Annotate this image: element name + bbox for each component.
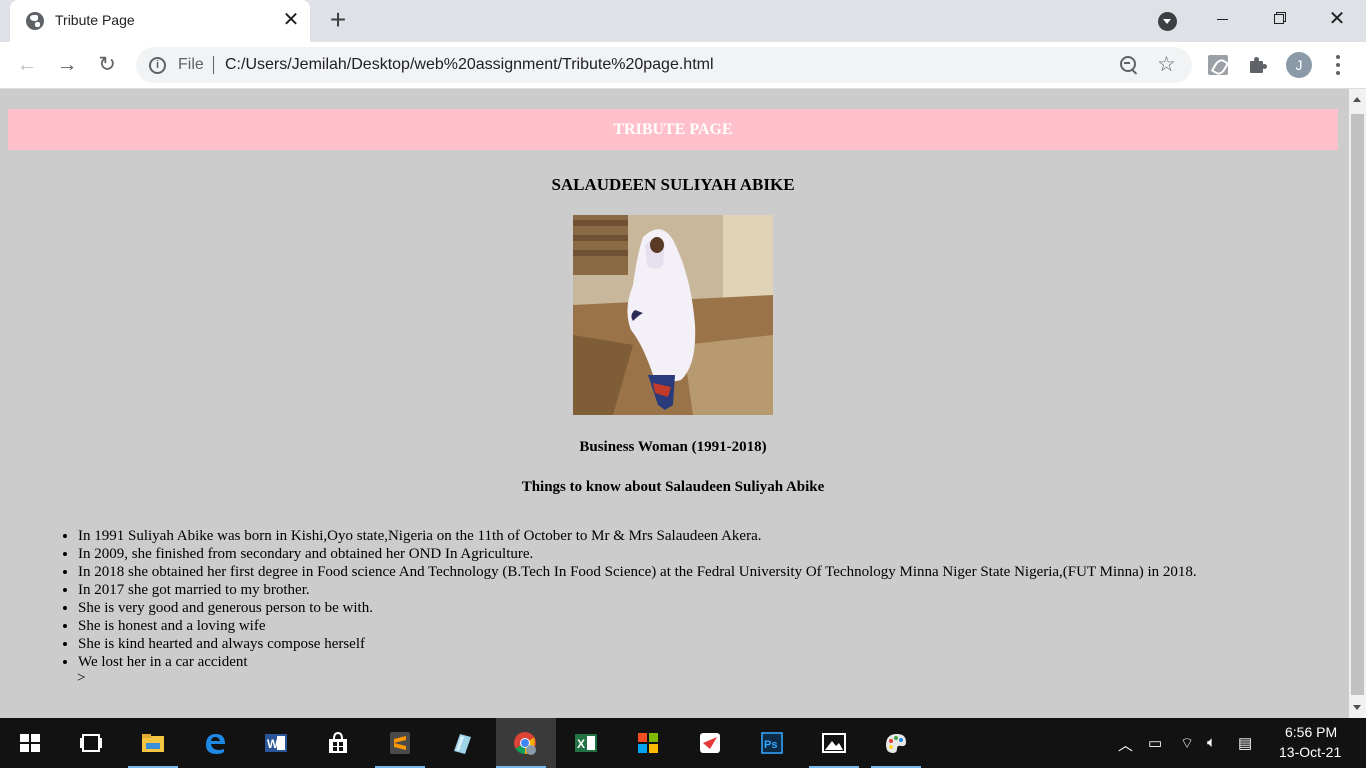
photos-icon[interactable] — [809, 718, 859, 768]
pdf-extension-icon[interactable] — [1208, 55, 1228, 75]
office-icon[interactable] — [623, 718, 673, 768]
clock-date[interactable]: 13-Oct-21 — [1279, 744, 1341, 760]
tribute-name: SALAUDEEN SULIYAH ABIKE — [551, 175, 795, 194]
paint-icon[interactable] — [871, 718, 921, 768]
facts-list: In 1991 Suliyah Abike was born in Kishi,… — [78, 527, 1338, 671]
tab-title: Tribute Page — [55, 12, 135, 28]
volume-icon[interactable]: 🔈︎ — [1207, 734, 1216, 751]
notepad-icon[interactable] — [437, 718, 487, 768]
task-view-icon[interactable] — [66, 718, 116, 768]
back-icon[interactable]: ← — [12, 50, 42, 80]
list-item: She is kind hearted and always compose h… — [78, 635, 1338, 653]
list-item: She is honest and a loving wife — [78, 617, 1338, 635]
photoshop-icon[interactable]: Ps — [747, 718, 797, 768]
list-item: She is very good and generous person to … — [78, 599, 1338, 617]
minimize-button[interactable] — [1193, 0, 1251, 38]
battery-icon[interactable]: ▭ — [1148, 734, 1162, 752]
page-viewport: TRIBUTE PAGE SALAUDEEN SULIYAH ABIKE Bus… — [0, 89, 1349, 718]
edge-icon[interactable] — [190, 718, 240, 768]
store-icon[interactable] — [313, 718, 363, 768]
new-tab-button[interactable]: + — [324, 6, 352, 34]
list-item: In 2009, she finished from secondary and… — [78, 545, 1338, 563]
globe-icon — [26, 12, 44, 30]
windows-taskbar: W X Ps ︿ ▭ ⌔ 🔈︎ ▤ 6:56 PM 13-Oct-21 — [0, 718, 1366, 768]
wifi-icon[interactable]: ⌔ — [1180, 734, 1194, 753]
clock-time[interactable]: 6:56 PM — [1285, 724, 1337, 740]
tab-search-icon[interactable] — [1158, 12, 1177, 31]
chevron-up-icon[interactable]: ︿ — [1118, 734, 1133, 755]
list-item: In 2018 she obtained her first degree in… — [78, 563, 1338, 581]
page-banner: TRIBUTE PAGE — [8, 109, 1338, 150]
sublime-text-icon[interactable] — [375, 718, 425, 768]
svg-text:W: W — [267, 737, 279, 751]
url-text[interactable]: C:/Users/Jemilah/Desktop/web%20assignmen… — [225, 56, 714, 74]
menu-icon[interactable] — [1330, 54, 1346, 76]
close-window-button[interactable]: ✕ — [1308, 0, 1366, 38]
browser-tab[interactable]: Tribute Page ✕ — [10, 0, 310, 42]
notification-icon[interactable]: ▤ — [1238, 734, 1252, 752]
list-item: In 1991 Suliyah Abike was born in Kishi,… — [78, 527, 1338, 545]
svg-text:Ps: Ps — [764, 739, 777, 751]
address-separator — [213, 56, 214, 74]
red-app-icon[interactable] — [685, 718, 735, 768]
tab-close-icon[interactable]: ✕ — [280, 8, 302, 32]
scrollbar-thumb[interactable] — [1351, 114, 1364, 695]
reload-icon[interactable]: ↻ — [92, 50, 122, 80]
restore-button[interactable] — [1250, 0, 1308, 38]
list-item: We lost her in a car accident — [78, 653, 1338, 671]
info-icon[interactable]: i — [149, 57, 166, 74]
windows-start-icon[interactable] — [5, 718, 55, 768]
page-scrollbar[interactable] — [1349, 89, 1366, 718]
zoom-icon[interactable] — [1119, 55, 1139, 75]
tribute-photo — [573, 215, 773, 415]
address-bar[interactable]: i File C:/Users/Jemilah/Desktop/web%20as… — [136, 47, 1192, 83]
scheme-label: File — [178, 56, 204, 73]
photo-caption: Business Woman (1991-2018) — [579, 439, 767, 455]
browser-toolbar: ← → ↻ i File C:/Users/Jemilah/Desktop/we… — [0, 42, 1366, 89]
excel-icon[interactable]: X — [561, 718, 611, 768]
word-icon[interactable]: W — [251, 718, 301, 768]
scroll-up-arrow-icon[interactable] — [1353, 97, 1361, 102]
extensions-icon[interactable] — [1249, 56, 1267, 74]
facts-heading: Things to know about Salaudeen Suliyah A… — [521, 479, 825, 495]
stray-text: > — [77, 670, 86, 686]
forward-icon[interactable]: → — [52, 50, 82, 80]
tab-strip: Tribute Page ✕ + ✕ — [0, 0, 1366, 42]
chrome-icon[interactable] — [496, 718, 556, 768]
star-icon[interactable]: ☆ — [1157, 52, 1176, 77]
svg-text:X: X — [577, 737, 585, 751]
list-item: In 2017 she got married to my brother. — [78, 581, 1338, 599]
file-explorer-icon[interactable] — [128, 718, 178, 768]
scroll-down-arrow-icon[interactable] — [1353, 705, 1361, 710]
avatar[interactable]: J — [1286, 52, 1312, 78]
